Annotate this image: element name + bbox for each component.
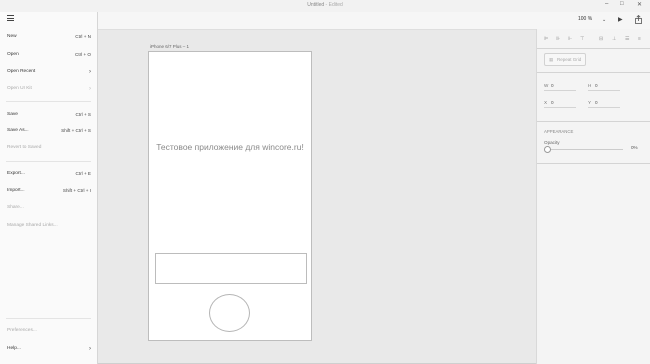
menu-item-label: Save xyxy=(7,112,18,117)
zoom-level[interactable]: 100 % xyxy=(578,16,592,22)
field-underline xyxy=(588,107,620,108)
menu-item-help[interactable]: Help... › xyxy=(7,344,94,354)
height-field[interactable]: 0 xyxy=(595,83,598,88)
width-label: W xyxy=(544,83,549,88)
opacity-label: Opacity xyxy=(544,140,560,145)
menu-item-label: Preferences... xyxy=(7,328,37,333)
chevron-right-icon: › xyxy=(89,346,91,352)
align-right-icon[interactable]: ⊩ xyxy=(568,36,572,42)
align-top-icon[interactable]: ⊤ xyxy=(580,36,584,42)
opacity-value[interactable]: 0% xyxy=(631,145,638,150)
width-field[interactable]: 0 xyxy=(551,83,554,88)
rectangle-shape[interactable] xyxy=(155,253,307,284)
menu-item-new[interactable]: New Ctrl + N xyxy=(7,32,94,42)
align-left-icon[interactable]: ⊫ xyxy=(544,36,548,42)
menu-item-shortcut: Shift + Ctrl + I xyxy=(62,188,91,193)
menu-item-label: New xyxy=(7,34,17,39)
maximize-icon[interactable]: □ xyxy=(620,1,624,7)
y-label: Y xyxy=(588,100,592,105)
menu-divider xyxy=(6,161,91,162)
distribute-vertical-icon[interactable]: ≡ xyxy=(638,36,641,42)
menu-item-label: Import... xyxy=(7,188,25,193)
menu-item-label: Export... xyxy=(7,171,25,176)
menu-item-label: Open Recent xyxy=(7,69,36,74)
align-middle-icon[interactable]: ⊟ xyxy=(599,36,603,42)
panel-divider xyxy=(537,72,650,73)
menu-item-label: Share... xyxy=(7,205,24,210)
close-icon[interactable]: ✕ xyxy=(637,1,642,8)
field-underline xyxy=(588,90,620,91)
artboard[interactable]: Тестовое приложение для wincore.ru! xyxy=(148,51,312,341)
hamburger-icon[interactable] xyxy=(7,15,14,21)
property-inspector: ⊫ ⊪ ⊩ ⊤ ⊟ ⊥ ☰ ≡ ▦ Repeat Grid W 0 H 0 X … xyxy=(536,29,650,364)
menu-item-shortcut: Shift + Ctrl + S xyxy=(61,128,91,133)
menu-item-shortcut: Ctrl + O xyxy=(75,52,91,57)
menu-item-label: Revert to Saved xyxy=(7,145,42,150)
align-bottom-icon[interactable]: ⊥ xyxy=(612,36,616,42)
x-label: X xyxy=(544,100,548,105)
menu-item-export[interactable]: Export... Ctrl + E xyxy=(7,169,94,179)
menu-item-open-ui-kit[interactable]: Open UI Kit › xyxy=(7,84,94,94)
artboard-text[interactable]: Тестовое приложение для wincore.ru! xyxy=(149,142,311,152)
chevron-right-icon: › xyxy=(89,69,91,75)
window-title: Untitled - Edited xyxy=(307,2,343,8)
repeat-grid-button[interactable]: ▦ Repeat Grid xyxy=(544,53,586,66)
menu-item-label: Save As... xyxy=(7,128,29,133)
menu-item-shortcut: Ctrl + S xyxy=(75,112,91,117)
menu-item-label: Open UI Kit xyxy=(7,86,32,91)
height-label: H xyxy=(588,83,592,88)
menu-item-save[interactable]: Save Ctrl + S xyxy=(7,110,94,120)
opacity-slider-track[interactable] xyxy=(546,149,623,150)
menu-item-import[interactable]: Import... Shift + Ctrl + I xyxy=(7,186,94,196)
menu-item-save-as[interactable]: Save As... Shift + Ctrl + S xyxy=(7,126,94,136)
menu-item-label: Help... xyxy=(7,346,21,351)
x-field[interactable]: 0 xyxy=(551,100,554,105)
field-underline xyxy=(544,90,576,91)
zoom-value: 100 % xyxy=(578,16,593,22)
opacity-slider-handle[interactable] xyxy=(544,146,551,153)
play-icon[interactable]: ▶ xyxy=(618,17,623,23)
artboard-label[interactable]: iPhone 6/7 Plus – 1 xyxy=(150,44,189,49)
menu-divider xyxy=(6,101,91,102)
title-bar: Untitled - Edited – □ ✕ xyxy=(0,0,650,12)
menu-item-revert[interactable]: Revert to Saved xyxy=(7,143,94,153)
menu-divider xyxy=(6,318,91,319)
grid-icon: ▦ xyxy=(549,57,554,62)
document-title: Untitled xyxy=(307,2,325,8)
minimize-icon[interactable]: – xyxy=(605,1,608,7)
menu-item-open-recent[interactable]: Open Recent › xyxy=(7,67,94,77)
y-field[interactable]: 0 xyxy=(595,100,598,105)
menu-item-preferences[interactable]: Preferences... xyxy=(7,326,94,336)
panel-divider xyxy=(537,48,650,49)
document-status: Edited xyxy=(328,2,343,8)
menu-item-manage-shared-links[interactable]: Manage Shared Links... xyxy=(7,221,94,231)
menu-item-label: Manage Shared Links... xyxy=(7,223,58,228)
menu-item-shortcut: Ctrl + E xyxy=(75,171,91,176)
chevron-right-icon: › xyxy=(89,86,91,92)
share-icon[interactable] xyxy=(634,15,643,24)
chevron-down-icon[interactable]: ⌄ xyxy=(602,17,606,23)
menu-item-label: Open xyxy=(7,52,19,57)
menu-item-open[interactable]: Open Ctrl + O xyxy=(7,50,94,60)
field-underline xyxy=(544,107,576,108)
repeat-grid-label: Repeat Grid xyxy=(557,57,582,62)
panel-divider xyxy=(537,121,650,122)
appearance-heading: APPEARANCE xyxy=(544,129,574,134)
distribute-horizontal-icon[interactable]: ☰ xyxy=(625,36,629,42)
align-center-icon[interactable]: ⊪ xyxy=(556,36,560,42)
menu-item-shortcut: Ctrl + N xyxy=(75,34,91,39)
ellipse-shape[interactable] xyxy=(209,294,250,332)
panel-divider xyxy=(537,163,650,164)
menu-item-share[interactable]: Share... xyxy=(7,203,94,213)
file-menu: New Ctrl + N Open Ctrl + O Open Recent ›… xyxy=(0,12,98,364)
